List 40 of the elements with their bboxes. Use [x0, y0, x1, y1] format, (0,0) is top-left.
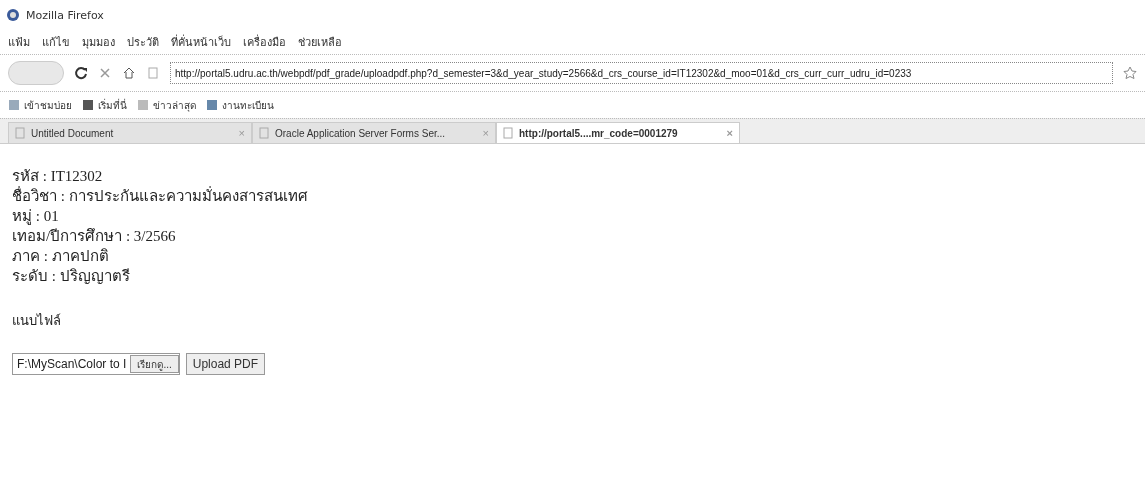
menu-item[interactable]: ช่วยเหลือ: [298, 33, 342, 51]
file-field[interactable]: F:\MyScan\Color to I: [13, 357, 131, 371]
menu-item[interactable]: เครื่องมือ: [243, 33, 286, 51]
page-icon: [503, 127, 513, 139]
course-detail: หมู่ : 01: [12, 207, 60, 226]
menu-item[interactable]: แก้ไข: [42, 33, 70, 51]
course-detail: ชื่อวิชา : การประกันและความมั่นคงสารสนเทศ: [12, 186, 309, 206]
browser-tab[interactable]: Oracle Application Server Forms Ser... ×: [252, 122, 496, 143]
course-detail: ระดับ : ปริญญาตรี: [12, 267, 131, 286]
upload-button[interactable]: Upload PDF: [185, 353, 266, 375]
attach-label: แนบไฟล์: [12, 312, 62, 330]
menu-item[interactable]: ประวัติ: [127, 33, 159, 51]
page-icon: [259, 127, 269, 139]
course-detail: ภาค : ภาคปกติ: [12, 247, 110, 266]
star-icon[interactable]: [1123, 66, 1137, 80]
firefox-icon: [6, 8, 20, 22]
home-icon[interactable]: [122, 66, 136, 80]
address-field[interactable]: http://portal5.udru.ac.th/webpdf/pdf_grade/uploadpdf.php?d_semester=3&d_year_study=2566&d_crs_course_id=IT12302&d_moo=01&d_crs_curr_curr_udru_id=0233: [170, 62, 1113, 84]
course-detail: รหัส : IT12302: [12, 167, 104, 186]
bookmark-icon: [82, 99, 94, 111]
window-title: Mozilla Firefox: [26, 8, 104, 22]
back-button[interactable]: [8, 61, 64, 85]
browser-tab[interactable]: Untitled Document ×: [8, 122, 252, 143]
page-icon: [146, 66, 160, 80]
browser-tab[interactable]: http://portal5....mr_code=0001279 ×: [496, 122, 740, 143]
course-detail: เทอม/ปีการศึกษา : 3/2566: [12, 227, 177, 246]
menu-item[interactable]: ที่คั่นหน้าเว็บ: [171, 33, 231, 51]
browse-button[interactable]: เรียกดู...: [130, 355, 179, 373]
menu-item[interactable]: มุมมอง: [82, 33, 115, 51]
bookmark-icon: [137, 99, 149, 111]
bookmark-link[interactable]: เริ่มที่นี่: [82, 97, 127, 113]
bookmark-link[interactable]: ข่าวล่าสุด: [137, 97, 196, 113]
page-icon: [15, 127, 25, 139]
bookmark-icon: [206, 99, 218, 111]
stop-icon[interactable]: [98, 66, 112, 80]
bookmark-icon: [8, 99, 20, 111]
reload-icon[interactable]: [74, 66, 88, 80]
bookmark-link[interactable]: เข้าชมบ่อย: [8, 97, 72, 113]
bookmark-link[interactable]: งานทะเบียน: [206, 97, 274, 113]
menu-item[interactable]: แฟ้ม: [8, 33, 30, 51]
